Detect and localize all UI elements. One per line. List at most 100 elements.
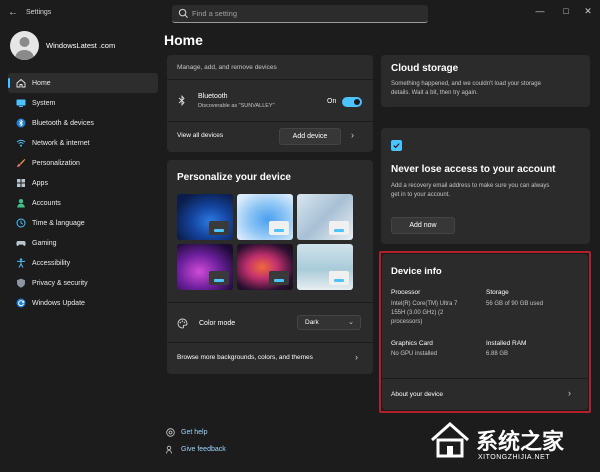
watermark: 系统之家 XITONGZHIJIA.NET [428, 418, 596, 470]
sidebar-item-label: System [32, 99, 56, 107]
bluetooth-icon [178, 95, 185, 106]
person-silhouette-icon [15, 37, 34, 60]
theme-preview-window [269, 221, 289, 235]
give-feedback-link[interactable]: Give feedback [181, 446, 226, 453]
page-title: Home [164, 32, 203, 48]
sidebar-item-label: Apps [32, 179, 48, 187]
bluetooth-toggle[interactable] [342, 97, 362, 107]
watermark-url: XITONGZHIJIA.NET [478, 454, 551, 461]
theme-preview-window [269, 271, 289, 285]
brush-icon [17, 159, 26, 167]
sidebar-item-accounts[interactable]: Accounts [8, 193, 158, 213]
bluetooth-status: Discoverable as "SUNVALLEY" [198, 103, 275, 109]
sidebar-item-label: Windows Update [32, 299, 85, 307]
theme-thumbnail-glow[interactable] [177, 244, 233, 290]
divider [167, 302, 373, 303]
avatar[interactable] [10, 31, 39, 60]
app-title: Settings [26, 9, 52, 16]
checkmark-shield-icon [391, 140, 402, 151]
sidebar-item-apps[interactable]: Apps [8, 173, 158, 193]
sidebar-item-label: Bluetooth & devices [32, 119, 94, 127]
bluetooth-icon [16, 118, 26, 128]
account-recovery-desc-line1: Add a recovery email address to make sur… [391, 183, 550, 189]
cloud-storage-desc-line1: Something happened, and we couldn't load… [391, 81, 541, 87]
sidebar-item-label: Accessibility [32, 259, 71, 267]
gamepad-icon [16, 241, 26, 246]
cloud-storage-card: Cloud storage Something happened, and we… [381, 55, 590, 107]
theme-preview-window [209, 221, 229, 235]
minimize-button[interactable]: — [532, 4, 548, 18]
maximize-button[interactable]: □ [558, 4, 574, 18]
home-icon [16, 78, 26, 88]
get-help-link[interactable]: Get help [181, 429, 207, 436]
sidebar-item-gaming[interactable]: Gaming [8, 233, 158, 253]
color-mode-dropdown[interactable]: Dark ⌄ [297, 315, 361, 330]
accessibility-icon [17, 258, 25, 268]
sidebar-item-time-language[interactable]: Time & language [8, 213, 158, 233]
sidebar-item-label: Network & internet [32, 139, 90, 147]
close-button[interactable]: ✕ [580, 4, 596, 18]
sidebar-item-label: Home [32, 79, 51, 87]
sidebar-item-windows-update[interactable]: Windows Update [8, 293, 158, 313]
devices-card-header: Manage, add, and remove devices [177, 64, 277, 71]
sidebar-item-privacy-security[interactable]: Privacy & security [8, 273, 158, 293]
sidebar-item-personalization[interactable]: Personalization [8, 153, 158, 173]
sidebar-item-accessibility[interactable]: Accessibility [8, 253, 158, 273]
sidebar-item-system[interactable]: System [8, 93, 158, 113]
cloud-storage-title: Cloud storage [391, 63, 459, 74]
view-all-devices-link[interactable]: View all devices [177, 132, 223, 139]
profile-name: WindowsLatest .com [46, 41, 116, 50]
chevron-right-icon[interactable]: › [351, 130, 354, 140]
theme-thumbnail-light-bloom[interactable] [237, 194, 293, 240]
theme-thumbnail-sunrise[interactable] [297, 244, 353, 290]
theme-preview-window [209, 271, 229, 285]
sidebar-item-label: Accounts [32, 199, 61, 207]
sidebar-item-label: Privacy & security [32, 279, 88, 287]
apps-icon [17, 179, 25, 187]
person-icon [17, 199, 25, 208]
theme-thumbnail-dark-bloom[interactable] [177, 194, 233, 240]
title-bar: ← Settings Find a setting — □ ✕ [0, 0, 600, 26]
back-arrow-icon[interactable]: ← [8, 7, 20, 19]
bluetooth-toggle-label: On [327, 98, 337, 105]
browse-themes-link[interactable]: Browse more backgrounds, colors, and the… [177, 354, 313, 361]
sidebar-item-label: Time & language [32, 219, 85, 227]
sidebar-item-bluetooth[interactable]: Bluetooth & devices [8, 113, 158, 133]
add-now-button[interactable]: Add now [391, 217, 455, 234]
sidebar-item-home[interactable]: Home [8, 73, 158, 93]
add-device-button[interactable]: Add device [279, 128, 341, 145]
globe-clock-icon [16, 218, 26, 228]
theme-preview-window [329, 271, 349, 285]
search-placeholder: Find a setting [192, 9, 238, 18]
color-mode-value: Dark [305, 319, 319, 326]
device-info-highlight-frame [379, 251, 591, 413]
divider [167, 121, 373, 122]
update-icon [16, 298, 26, 308]
theme-thumbnail-captured-motion[interactable] [297, 194, 353, 240]
divider [167, 79, 373, 80]
account-recovery-card: Never lose access to your account Add a … [381, 128, 590, 244]
house-logo-icon [431, 421, 469, 458]
personalize-title: Personalize your device [177, 172, 291, 183]
feedback-icon [166, 445, 172, 454]
palette-icon [177, 318, 188, 329]
personalize-card: Personalize your device Color mode Brows… [167, 160, 373, 374]
bluetooth-title: Bluetooth [198, 93, 228, 100]
divider [167, 342, 373, 343]
sidebar-item-network[interactable]: Network & internet [8, 133, 158, 153]
sidebar-item-label: Gaming [32, 239, 57, 247]
theme-preview-window [329, 221, 349, 235]
search-icon [178, 8, 189, 19]
account-recovery-desc-line2: get in to your account. [391, 192, 451, 198]
chevron-down-icon: ⌄ [348, 319, 354, 326]
theme-thumbnail-flow[interactable] [237, 244, 293, 290]
shield-icon [17, 278, 25, 288]
sidebar-nav: Home System Bluetooth & devices Network … [8, 73, 158, 313]
wifi-icon [16, 139, 26, 147]
sidebar-item-label: Personalization [32, 159, 80, 167]
monitor-icon [16, 99, 26, 107]
watermark-brand: 系统之家 [476, 430, 565, 455]
search-box[interactable]: Find a setting [172, 5, 428, 23]
chevron-right-icon[interactable]: › [355, 352, 358, 362]
cloud-storage-desc-line2: details. Wait a bit, then try again. [391, 90, 478, 96]
